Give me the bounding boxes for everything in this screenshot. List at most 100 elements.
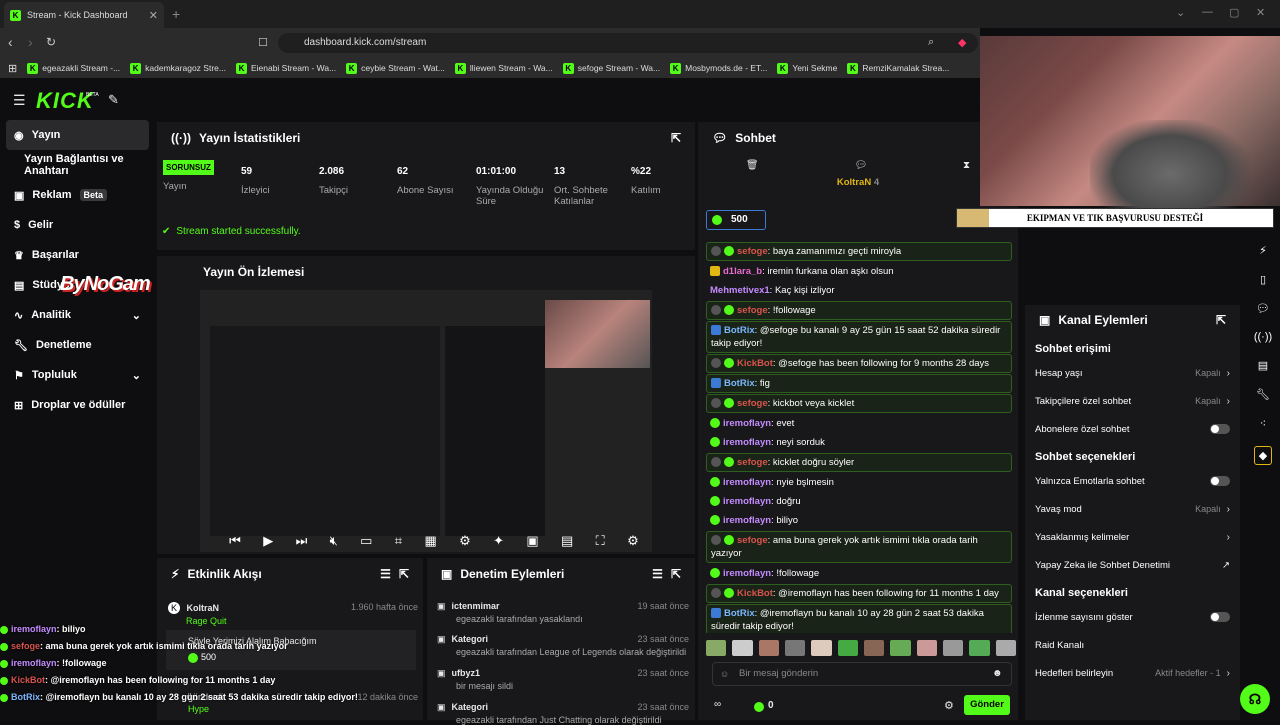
bookmark-item[interactable]: K RemziKamalak Strea...	[847, 62, 949, 74]
chat-username[interactable]: sefoge	[737, 535, 768, 546]
close-window-icon[interactable]: ✕	[1256, 6, 1265, 19]
shield-icon[interactable]: ◆	[1253, 446, 1273, 465]
emote-icon[interactable]	[942, 640, 964, 656]
chat-message[interactable]: sefoge: kicklet doğru söyler	[706, 453, 1012, 472]
minimize-icon[interactable]: —	[1202, 6, 1213, 18]
emote-icon[interactable]	[916, 640, 937, 656]
emote-icon[interactable]	[969, 640, 990, 656]
channel-action-row[interactable]: Abonelere özel sohbet	[1025, 415, 1240, 443]
share-icon[interactable]: ⁖	[1260, 417, 1266, 430]
channel-action-row[interactable]: Hedefleri belirleyin Aktif hedefler - 1 ›	[1025, 659, 1240, 687]
chat-message[interactable]: sefoge: kickbot veya kicklet	[706, 394, 1012, 413]
emote-icon[interactable]	[863, 640, 885, 656]
gear-icon[interactable]: ⚙	[627, 533, 639, 549]
chat-message[interactable]: sefoge: ama buna gerek yok artık ismimi …	[706, 531, 1012, 563]
bookmark-item[interactable]: K Eienabi Stream - Wa...	[235, 62, 336, 74]
close-tab-icon[interactable]: ✕	[149, 9, 158, 22]
chat-message[interactable]: iremoflayn: biliyo	[700, 511, 1018, 530]
chat-username[interactable]: sefoge	[737, 305, 768, 316]
bookmark-item[interactable]: Ksefoge Stream - Wa...	[562, 62, 660, 74]
emote-icon[interactable]	[995, 640, 1016, 656]
channel-action-row[interactable]: Yasaklanmış kelimeler ›	[1025, 523, 1240, 551]
settings-icon[interactable]: ⚙	[459, 533, 471, 549]
chat-message[interactable]: iremoflayn: nyie bşlmesin	[700, 473, 1018, 492]
layout-icon[interactable]: ▤	[561, 533, 573, 549]
sidebar-item-achievements[interactable]: ♛ Başarılar	[0, 240, 155, 270]
broadcast-icon[interactable]: ((·))	[1254, 331, 1272, 343]
mute-icon[interactable]: 🔇︎	[330, 533, 338, 549]
smile-icon[interactable]: ☻	[992, 668, 1003, 679]
bookmark-item[interactable]: Kegeazakli Stream -...	[27, 62, 120, 74]
toggle-switch[interactable]	[1210, 612, 1230, 622]
forward-icon[interactable]: ⏭	[296, 533, 308, 549]
back-icon[interactable]: ‹	[8, 34, 13, 50]
emote-icon[interactable]: ☺	[720, 669, 729, 679]
apps-icon[interactable]: ⊞	[8, 62, 17, 75]
channel-action-row[interactable]: Yavaş mod Kapalı ›	[1025, 495, 1240, 523]
chat-username[interactable]: iremoflayn	[723, 477, 771, 488]
sidebar-item-community[interactable]: ⚑ Topluluk ⌄	[0, 360, 155, 390]
rewind-icon[interactable]: ⏮	[229, 533, 241, 549]
grid-icon[interactable]: ▦	[424, 533, 436, 549]
pinned-user[interactable]: KoltraN 4	[698, 177, 1018, 188]
chat-username[interactable]: iremoflayn	[723, 418, 771, 429]
sidebar-item-drops[interactable]: ⊞ Droplar ve ödüller	[0, 390, 155, 420]
chevron-down-icon[interactable]: ⌄	[1176, 6, 1185, 19]
reload-icon[interactable]: ↻	[46, 35, 56, 49]
chat-message[interactable]: iremoflayn: evet	[700, 414, 1018, 433]
popout-icon[interactable]: ⇱	[399, 567, 409, 581]
bolt-icon[interactable]: ⚡︎	[1259, 244, 1267, 257]
new-tab-icon[interactable]: +	[172, 6, 180, 22]
support-button[interactable]: ☊	[1240, 684, 1270, 714]
emote-icon[interactable]	[784, 640, 806, 656]
emote-icon[interactable]	[837, 640, 858, 656]
channel-action-row[interactable]: İzlenme sayısını göster	[1025, 603, 1240, 631]
chat-message[interactable]: sefoge: baya zamanımızı geçti miroyla	[706, 242, 1012, 261]
forward-icon[interactable]: ›	[28, 34, 33, 50]
popout-icon[interactable]: ⇱	[1216, 313, 1226, 327]
play-icon[interactable]: ▶	[263, 533, 273, 549]
chat-username[interactable]: BotRix	[724, 378, 755, 389]
brave-shield-icon[interactable]: ◆	[958, 36, 966, 49]
page-icon[interactable]: ▤	[1258, 359, 1268, 372]
channel-action-row[interactable]: Yalnızca Emotlarla sohbet	[1025, 467, 1240, 495]
channel-action-row[interactable]: Hesap yaşı Kapalı ›	[1025, 359, 1240, 387]
chat-message[interactable]: Mehmetivex1: Kaç kişi izliyor	[700, 281, 1018, 300]
infinity-icon[interactable]: ∞	[714, 699, 721, 710]
chat-username[interactable]: iremoflayn	[723, 437, 771, 448]
chat-bubble-icon[interactable]: 💬︎	[854, 160, 867, 171]
chat-username[interactable]: iremoflayn	[723, 568, 771, 579]
menu-icon[interactable]: ☰	[13, 92, 26, 109]
chat-message[interactable]: iremoflayn: doğru	[700, 492, 1018, 511]
camera-icon[interactable]: ▭	[360, 533, 372, 549]
chat-message[interactable]: iremoflayn: !followage	[700, 564, 1018, 583]
chat-icon[interactable]: 💬︎	[1256, 302, 1270, 315]
chat-message[interactable]: d1lara_b: iremin furkana olan aşkı olsun	[700, 262, 1018, 281]
chat-message[interactable]: sefoge: !followage	[706, 301, 1012, 320]
emote-icon[interactable]	[732, 640, 753, 656]
chat-username[interactable]: KickBot	[737, 588, 773, 599]
sidebar-item-revenue[interactable]: $ Gelir	[0, 210, 155, 240]
bookmark-item[interactable]: Kceybie Stream - Wat...	[346, 62, 445, 74]
toggle-switch[interactable]	[1210, 476, 1230, 486]
bookmark-item[interactable]: Klliewen Stream - Wa...	[454, 62, 553, 74]
popout-icon[interactable]: ⇱	[671, 131, 681, 145]
chat-input[interactable]: Bir mesaj gönderin	[712, 662, 1012, 686]
sidebar-item-analytics[interactable]: ∿ Analitik ⌄	[0, 300, 155, 330]
chat-message[interactable]: iremoflayn: neyi sorduk	[700, 433, 1018, 452]
chat-username[interactable]: d1lara_b	[723, 266, 762, 277]
zoom-icon[interactable]: ⌕	[928, 36, 934, 49]
sidebar-item-moderation[interactable]: 🔧︎ Denetleme	[0, 330, 155, 360]
stream-preview[interactable]	[200, 290, 652, 552]
sidebar-item-stream[interactable]: ◉ Yayın	[6, 120, 149, 150]
send-button[interactable]: Gönder	[964, 695, 1010, 715]
chat-message[interactable]: KickBot: @sefoge has been following for …	[706, 354, 1012, 373]
hourglass-icon[interactable]: ⧗	[963, 160, 970, 171]
emote-icon[interactable]	[890, 640, 911, 656]
chat-message[interactable]: BotRix: fig	[706, 374, 1012, 393]
chat-username[interactable]: iremoflayn	[723, 496, 771, 507]
pip-icon[interactable]: ▣	[526, 533, 538, 549]
chat-username[interactable]: BotRix	[724, 325, 755, 336]
toggle-switch[interactable]	[1210, 424, 1230, 434]
filter-icon[interactable]: ☰	[652, 567, 663, 581]
